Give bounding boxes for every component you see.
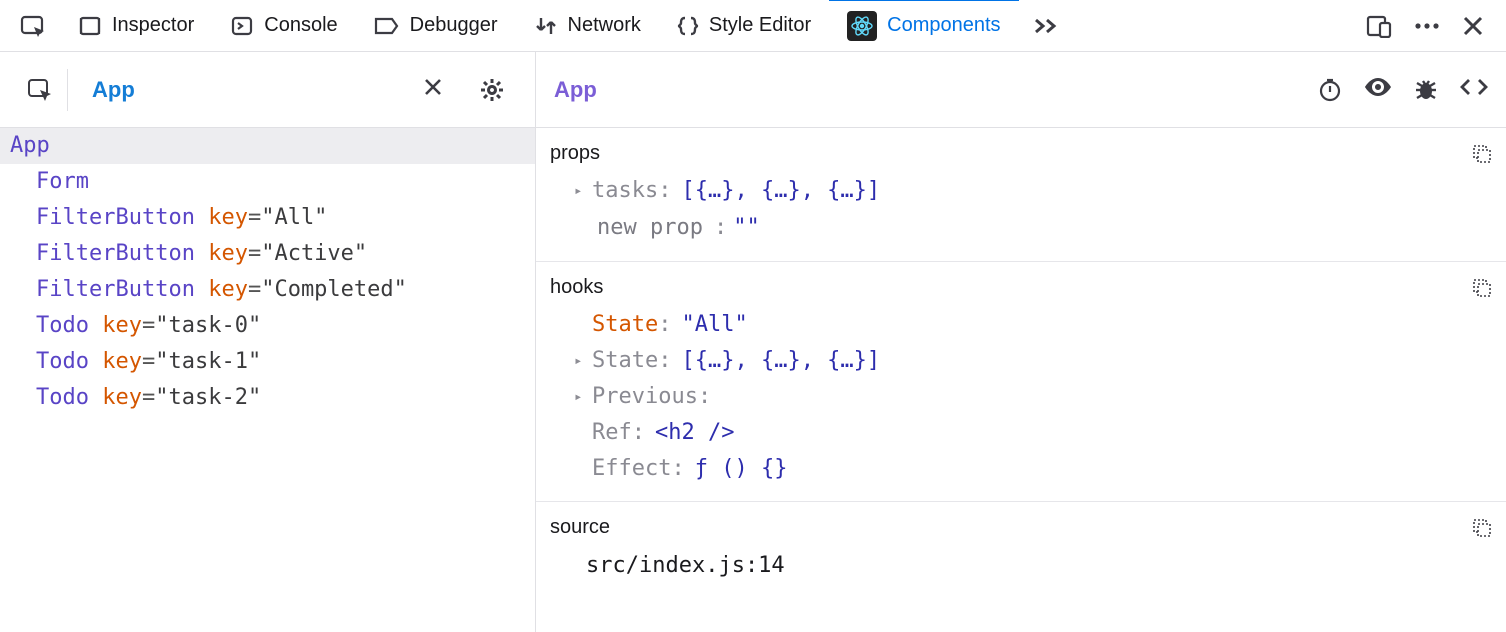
search-input[interactable]: App bbox=[68, 77, 423, 103]
hook-key: Effect bbox=[592, 451, 671, 487]
component-name: Form bbox=[36, 169, 89, 194]
more-menu-icon[interactable] bbox=[1414, 22, 1440, 30]
console-icon bbox=[230, 15, 254, 37]
tab-console[interactable]: Console bbox=[212, 0, 355, 51]
hook-key: State bbox=[592, 343, 658, 379]
component-name: Todo bbox=[36, 313, 89, 338]
network-icon bbox=[534, 15, 558, 37]
section-title: hooks bbox=[550, 276, 603, 299]
select-element-icon[interactable] bbox=[12, 69, 68, 111]
props-section: props ▸ tasks: [{…}, {…}, {…}] new prop … bbox=[536, 128, 1506, 262]
hook-row[interactable]: ▸Previous: bbox=[574, 379, 1492, 415]
tab-label: Style Editor bbox=[709, 14, 811, 37]
tab-label: Components bbox=[887, 14, 1000, 37]
tab-style-editor[interactable]: Style Editor bbox=[659, 0, 829, 51]
debug-icon[interactable] bbox=[1414, 78, 1438, 102]
tree-node[interactable]: Form bbox=[0, 164, 535, 200]
tab-label: Network bbox=[568, 14, 641, 37]
tree-node[interactable]: Todo key="task-2" bbox=[0, 380, 535, 416]
hook-key: Ref bbox=[592, 415, 632, 451]
new-prop-value[interactable]: "" bbox=[733, 210, 760, 246]
component-name: Todo bbox=[36, 349, 89, 374]
clear-search-icon[interactable] bbox=[423, 77, 443, 103]
hook-row[interactable]: State:"All" bbox=[574, 307, 1492, 343]
prop-row[interactable]: ▸ tasks: [{…}, {…}, {…}] bbox=[574, 173, 1492, 209]
component-name: FilterButton bbox=[36, 241, 195, 266]
suspend-icon[interactable] bbox=[1318, 78, 1342, 102]
style-editor-icon bbox=[677, 15, 699, 37]
debugger-icon bbox=[374, 16, 400, 36]
settings-gear-icon[interactable] bbox=[479, 77, 505, 103]
expand-caret-icon[interactable]: ▸ bbox=[574, 343, 592, 379]
copy-hooks-icon[interactable] bbox=[1472, 278, 1492, 298]
key-value: "task-0" bbox=[155, 313, 261, 338]
section-title: props bbox=[550, 142, 600, 165]
react-icon bbox=[847, 11, 877, 41]
expand-caret-icon[interactable]: ▸ bbox=[574, 379, 592, 415]
hook-value: [{…}, {…}, {…}] bbox=[681, 343, 880, 379]
tab-label: Console bbox=[264, 14, 337, 37]
key-attr: key bbox=[208, 205, 248, 230]
new-prop-key[interactable]: new prop bbox=[592, 209, 708, 247]
tab-label: Inspector bbox=[112, 14, 194, 37]
hook-value: "All" bbox=[681, 307, 747, 343]
source-location[interactable]: src/index.js:14 bbox=[550, 547, 1492, 578]
components-tree-panel: App App FormFilterButton key="All"Filter… bbox=[0, 52, 536, 632]
component-tree: App FormFilterButton key="All"FilterButt… bbox=[0, 128, 535, 416]
tab-network[interactable]: Network bbox=[516, 0, 659, 51]
hook-value: ƒ () {} bbox=[695, 451, 788, 487]
element-picker-icon[interactable] bbox=[8, 14, 60, 38]
inspector-icon bbox=[78, 15, 102, 37]
tree-node[interactable]: Todo key="task-1" bbox=[0, 344, 535, 380]
component-name: FilterButton bbox=[36, 205, 195, 230]
key-attr: key bbox=[208, 277, 248, 302]
devtools-tabbar: Inspector Console Debugger Network Style… bbox=[0, 0, 1506, 52]
hook-key: Previous bbox=[592, 379, 698, 415]
tab-debugger[interactable]: Debugger bbox=[356, 0, 516, 51]
tree-node[interactable]: Todo key="task-0" bbox=[0, 308, 535, 344]
close-devtools-icon[interactable] bbox=[1462, 15, 1484, 37]
tree-node[interactable]: FilterButton key="Active" bbox=[0, 236, 535, 272]
view-source-icon[interactable] bbox=[1460, 78, 1488, 102]
prop-key: tasks bbox=[592, 173, 658, 209]
expand-caret-icon[interactable]: ▸ bbox=[574, 173, 592, 209]
tree-node-app[interactable]: App bbox=[0, 128, 535, 164]
hook-row[interactable]: Effect:ƒ () {} bbox=[574, 451, 1492, 487]
key-attr: key bbox=[102, 313, 142, 338]
responsive-mode-icon[interactable] bbox=[1366, 14, 1392, 38]
key-attr: key bbox=[102, 385, 142, 410]
key-value: "Completed" bbox=[261, 277, 407, 302]
key-attr: key bbox=[102, 349, 142, 374]
hook-row[interactable]: ▸State:[{…}, {…}, {…}] bbox=[574, 343, 1492, 379]
prop-value: [{…}, {…}, {…}] bbox=[681, 173, 880, 209]
copy-props-icon[interactable] bbox=[1472, 144, 1492, 164]
selected-component-title: App bbox=[554, 77, 1318, 103]
component-details-panel: App props ▸ tasks: [{…}, {…}, {…}] bbox=[536, 52, 1506, 632]
source-section: source src/index.js:14 bbox=[536, 502, 1506, 592]
component-name: FilterButton bbox=[36, 277, 195, 302]
new-prop-row[interactable]: new prop : "" bbox=[574, 209, 1492, 247]
key-value: "All" bbox=[261, 205, 327, 230]
tab-components[interactable]: Components bbox=[829, 0, 1018, 51]
inspect-dom-icon[interactable] bbox=[1364, 78, 1392, 102]
key-attr: key bbox=[208, 241, 248, 266]
key-value: "task-1" bbox=[155, 349, 261, 374]
section-title: source bbox=[550, 516, 610, 539]
component-name: Todo bbox=[36, 385, 89, 410]
tab-inspector[interactable]: Inspector bbox=[60, 0, 212, 51]
hook-key: State bbox=[592, 307, 658, 343]
component-name: App bbox=[10, 133, 50, 158]
tree-node[interactable]: FilterButton key="All" bbox=[0, 200, 535, 236]
key-value: "task-2" bbox=[155, 385, 261, 410]
copy-source-icon[interactable] bbox=[1472, 518, 1492, 538]
tabs-overflow-icon[interactable] bbox=[1019, 16, 1073, 36]
hooks-section: hooks State:"All"▸State:[{…}, {…}, {…}]▸… bbox=[536, 262, 1506, 502]
tab-label: Debugger bbox=[410, 14, 498, 37]
tree-node[interactable]: FilterButton key="Completed" bbox=[0, 272, 535, 308]
hook-row[interactable]: Ref:<h2 /> bbox=[574, 415, 1492, 451]
key-value: "Active" bbox=[261, 241, 367, 266]
hook-value: <h2 /> bbox=[655, 415, 734, 451]
